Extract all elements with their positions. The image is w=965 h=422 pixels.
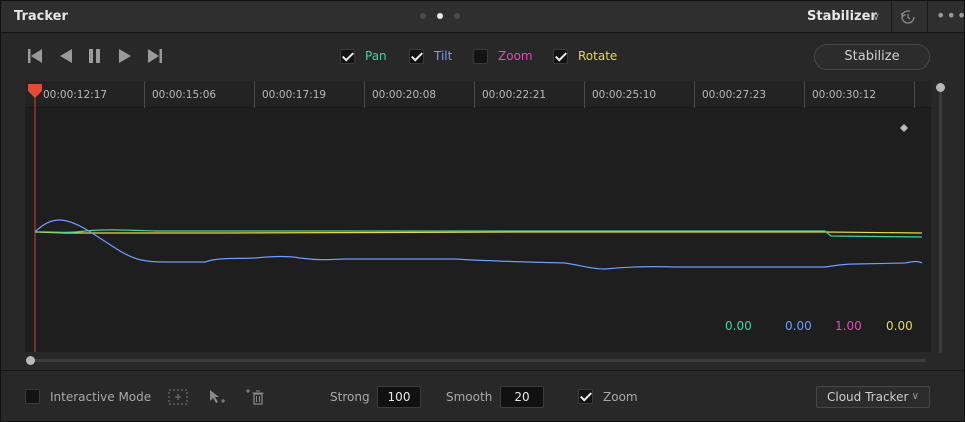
zoom-option-checkbox[interactable] — [578, 389, 593, 404]
page-dot[interactable] — [454, 13, 460, 19]
vertical-zoom-handle[interactable] — [936, 83, 945, 92]
tracker-panel: Tracker Stabilizer ∨ ••• Pan Tilt Zoom R… — [0, 0, 965, 422]
pan-checkbox[interactable] — [340, 49, 355, 64]
play-icon[interactable] — [115, 47, 135, 65]
smooth-label: Smooth — [446, 390, 493, 404]
skip-to-end-icon[interactable] — [145, 47, 165, 65]
panel-title: Tracker — [14, 9, 68, 24]
horizontal-zoom-handle[interactable] — [26, 356, 35, 365]
add-feature-point-icon[interactable] — [205, 387, 227, 407]
page-indicator[interactable] — [420, 13, 460, 19]
tilt-checkbox[interactable] — [409, 49, 424, 64]
panel-header: Tracker Stabilizer ∨ ••• — [1, 1, 965, 33]
tracker-type-value: Cloud Tracker — [827, 390, 909, 404]
rotate-curve — [34, 231, 923, 234]
more-options-icon[interactable]: ••• — [936, 8, 965, 24]
tilt-readout: 0.00 — [785, 319, 812, 333]
vertical-zoom-track[interactable] — [939, 86, 942, 353]
strong-label: Strong — [330, 390, 370, 404]
tilt-curve — [34, 219, 923, 270]
rotate-label: Rotate — [578, 49, 618, 63]
pan-readout: 0.00 — [725, 319, 752, 333]
zoom-option-label: Zoom — [603, 390, 638, 404]
strong-input[interactable]: 100 — [377, 386, 421, 408]
keyframe-diamond[interactable] — [900, 124, 908, 132]
chevron-down-icon[interactable]: ∨ — [872, 10, 880, 23]
tracking-graph[interactable]: 00:00:12:17 00:00:15:06 00:00:17:19 00:0… — [25, 81, 931, 352]
horizontal-zoom-track[interactable] — [31, 359, 926, 362]
page-dot[interactable] — [420, 13, 426, 19]
zoom-label: Zoom — [498, 49, 533, 63]
pause-icon[interactable] — [85, 47, 105, 65]
smooth-input[interactable]: 20 — [500, 386, 544, 408]
reset-icon[interactable] — [899, 8, 917, 26]
tilt-label: Tilt — [434, 49, 453, 63]
zoom-checkbox[interactable] — [473, 49, 488, 64]
footer-divider — [1, 370, 964, 371]
stabilize-button[interactable]: Stabilize — [814, 44, 930, 70]
mode-dropdown[interactable]: Stabilizer — [807, 9, 877, 24]
delete-feature-point-icon[interactable] — [244, 387, 266, 407]
page-dot-active[interactable] — [437, 13, 443, 19]
skip-to-start-icon[interactable] — [25, 47, 45, 65]
pan-label: Pan — [365, 49, 387, 63]
rotate-checkbox[interactable] — [553, 49, 568, 64]
header-divider — [927, 1, 928, 32]
header-divider — [891, 1, 892, 32]
rotate-readout: 0.00 — [886, 319, 913, 333]
curve-canvas[interactable] — [25, 81, 931, 352]
play-reverse-icon[interactable] — [56, 47, 76, 65]
selection-box-icon[interactable] — [167, 387, 189, 407]
interactive-mode-label: Interactive Mode — [50, 390, 152, 404]
zoom-readout: 1.00 — [835, 319, 862, 333]
playhead-marker[interactable] — [28, 84, 42, 98]
interactive-mode-checkbox[interactable] — [25, 389, 40, 404]
chevron-down-icon: ∨ — [911, 391, 919, 402]
tracker-type-dropdown[interactable]: Cloud Tracker ∨ — [816, 386, 930, 408]
